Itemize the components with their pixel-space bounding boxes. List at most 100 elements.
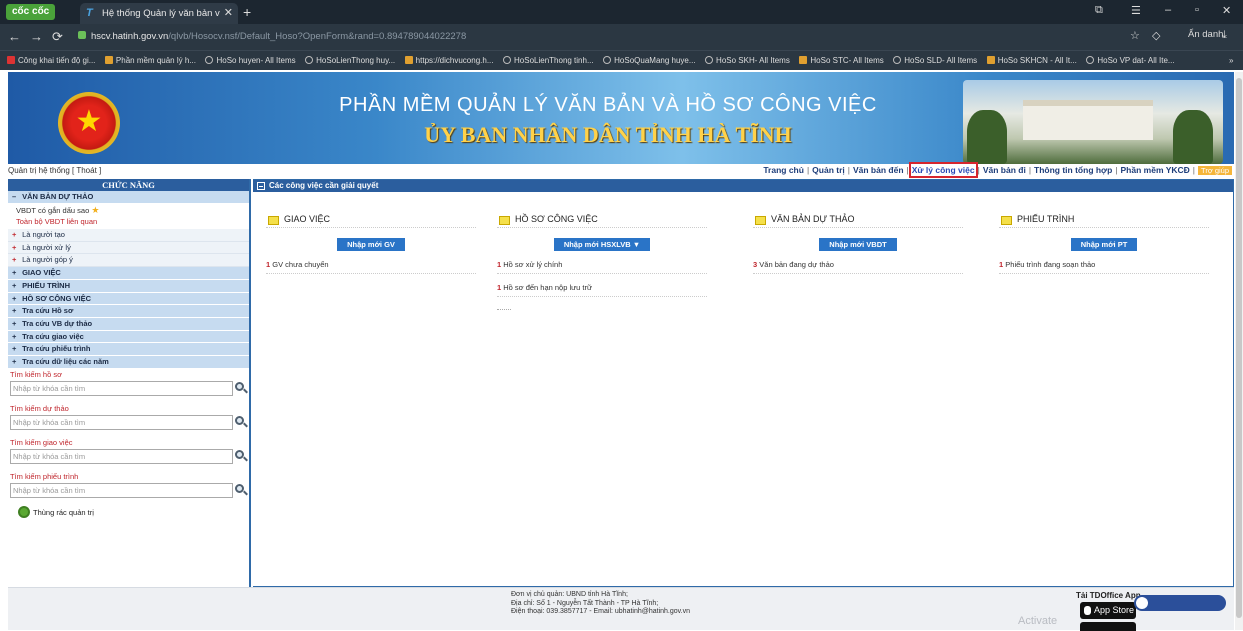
nav-incoming-docs[interactable]: Văn bản đến [853, 165, 904, 175]
bookmark-item[interactable]: HoSoLienThong tinh... [503, 51, 594, 70]
sidebar-item-handler[interactable]: + Là người xử lý [8, 241, 249, 255]
page-banner: ★ PHẦN MỀM QUẢN LÝ VĂN BẢN VÀ HỒ SƠ CÔNG… [8, 72, 1234, 164]
column-assign: GIAO VIỆC Nhập mới GV 1 GV chưa chuyển [266, 214, 476, 274]
nav-summary-info[interactable]: Thông tin tổng hợp [1034, 165, 1112, 175]
page-scrollbar[interactable] [1235, 72, 1243, 630]
star-icon: ★ [91, 204, 100, 215]
bookmark-item[interactable]: HoSo STC- All Items [799, 51, 884, 70]
search-files-label: Tìm kiếm hồ sơ [10, 369, 63, 379]
list-item[interactable]: 1 Hồ sơ đến hạn nộp lưu trữ [497, 283, 707, 297]
sidebar-group-work-files[interactable]: + HỒ SƠ CÔNG VIỆC [8, 292, 249, 306]
collapse-icon[interactable] [257, 182, 265, 190]
app-store-badge[interactable]: App Store [1080, 602, 1136, 619]
browser-tab[interactable]: T Hệ thống Quản lý văn bản v ✕ [80, 3, 238, 24]
search-icon[interactable] [234, 483, 248, 497]
search-icon[interactable] [234, 449, 248, 463]
url-field[interactable]: hscv.hatinh.gov.vn/qlvb/Hosocv.nsf/Defau… [78, 29, 466, 45]
nav-home[interactable]: Trang chủ [763, 165, 804, 175]
bookmark-item[interactable]: HoSoLienThong huy... [305, 51, 395, 70]
shield-icon[interactable]: ◇ [1152, 29, 1160, 42]
bookmark-item[interactable]: HoSo SKH- All Items [705, 51, 790, 70]
column-title: GIAO VIỆC [266, 214, 476, 228]
download-icon[interactable]: ⤓ [1222, 29, 1227, 42]
search-submissions-label: Tìm kiếm phiếu trình [10, 471, 79, 481]
screenshot-icon[interactable]: ⧉ [1095, 4, 1103, 17]
nav-outgoing-docs[interactable]: Văn bản đi [983, 165, 1026, 175]
main-menu: Trang chủ | Quản trị | Văn bản đến | Xử lý côn… [763, 162, 1232, 178]
sidebar-group-drafts[interactable]: – VĂN BẢN DỰ THẢO [8, 191, 249, 204]
nav-process-work[interactable]: Xử lý công việc [908, 162, 978, 178]
bookmark-item[interactable]: HoSo VP dat- All Ite... [1086, 51, 1175, 70]
column-title: VĂN BẢN DỰ THẢO [753, 214, 963, 228]
list-item[interactable]: 3 Văn bản đang dự thảo [753, 260, 963, 274]
main-panel-header: Các công việc cần giải quyết [253, 180, 1233, 192]
sidebar-group-lookup-assign[interactable]: + Tra cứu giao việc [8, 330, 249, 344]
bookmark-item[interactable]: https://dichvucong.h... [404, 51, 494, 70]
nav-ykcd[interactable]: Phần mềm YKCĐ [1121, 165, 1190, 175]
sidebar-item-all-drafts[interactable]: Toàn bộ VBDT liên quan [8, 216, 249, 230]
sidebar-group-lookup-submissions[interactable]: + Tra cứu phiếu trình [8, 343, 249, 356]
incognito-label[interactable]: Ẩn danh [1188, 29, 1223, 40]
sidebar-group-submissions[interactable]: + PHIẾU TRÌNH [8, 279, 249, 293]
admin-logout-link[interactable]: Quản trị hệ thống [ Thoát ] [8, 166, 101, 175]
browser-logo[interactable]: cốc cốc [6, 4, 56, 20]
sidebar-item-creator[interactable]: + Là người tạo [8, 229, 249, 242]
recycle-bin-icon [18, 505, 30, 518]
new-work-file-button[interactable]: Nhập mới HSXLVB ▼ [553, 238, 651, 251]
help-button[interactable]: Trợ giúp [1198, 166, 1232, 175]
star-bookmark-icon[interactable]: ☆ [1130, 29, 1140, 42]
top-navigation: Quản trị hệ thống [ Thoát ] Trang chủ | Qu… [8, 162, 1234, 178]
search-icon[interactable] [234, 415, 248, 429]
list-item[interactable]: 1 GV chưa chuyển [266, 260, 476, 274]
new-draft-button[interactable]: Nhập mới VBDT [819, 238, 897, 251]
bookmarks-bar: Công khai tiến độ gi... Phần mềm quản lý… [0, 50, 1243, 70]
bookmark-item[interactable]: HoSo SLD- All Items [893, 51, 977, 70]
search-assign-input[interactable] [10, 448, 233, 464]
sidebar-group-lookup-files[interactable]: + Tra cứu Hồ sơ [8, 305, 249, 318]
sidebar-group-lookup-drafts[interactable]: + Tra cứu VB dự thảo [8, 317, 249, 331]
column-title: HỒ SƠ CÔNG VIỆC [497, 214, 707, 228]
lock-icon [78, 31, 86, 39]
new-assign-button[interactable]: Nhập mới GV [337, 238, 405, 251]
column-work-files: HỒ SƠ CÔNG VIỆC Nhập mới HSXLVB ▼ 1 Hồ s… [497, 214, 707, 310]
back-icon[interactable]: ← [8, 29, 21, 45]
vendor-logo [1134, 595, 1226, 611]
list-item[interactable]: 1 Hồ sơ xử lý chính [497, 260, 707, 274]
plus-icon: + [12, 255, 17, 265]
minimize-button[interactable]: – [1165, 4, 1171, 16]
tab-close-icon[interactable]: ✕ [224, 3, 233, 24]
nav-admin[interactable]: Quản trị [812, 165, 845, 175]
search-drafts-label: Tìm kiếm dự thảo [10, 403, 69, 413]
new-submission-button[interactable]: Nhập mới PT [1070, 238, 1138, 251]
admin-trash-link[interactable]: Thùng rác quản trị [8, 505, 249, 521]
close-window-button[interactable]: ✕ [1222, 4, 1231, 17]
search-submissions-input[interactable] [10, 482, 233, 498]
search-drafts-input[interactable] [10, 414, 233, 430]
main-panel: Các công việc cần giải quyết GIAO VIỆC N… [253, 179, 1234, 587]
forward-icon[interactable]: → [30, 29, 43, 45]
bookmark-item[interactable]: Phần mềm quản lý h... [104, 51, 196, 70]
sidebar-group-lookup-years[interactable]: + Tra cứu dữ liệu các năm [8, 355, 249, 369]
list-item[interactable]: 1 Phiếu trình đang soạn thảo [999, 260, 1209, 274]
search-icon[interactable] [234, 381, 248, 395]
sidebar-item-contributor[interactable]: + Là người góp ý [8, 254, 249, 268]
search-files-input[interactable] [10, 380, 233, 396]
plus-icon: + [12, 230, 17, 240]
reload-icon[interactable]: ⟳ [52, 29, 63, 45]
bookmark-item[interactable]: HoSoQuaMang huye... [603, 51, 696, 70]
url-path: /qlvb/Hosocv.nsf/Default_Hoso?OpenForm&r… [168, 31, 467, 42]
url-host: hscv.hatinh.gov.vn [91, 31, 169, 42]
new-tab-button[interactable]: + [243, 3, 251, 21]
building-photo [963, 80, 1223, 164]
bookmark-item[interactable]: HoSo huyen- All Items [205, 51, 296, 70]
plus-icon: + [12, 242, 17, 252]
bookmark-item[interactable]: Công khai tiến độ gi... [7, 51, 95, 70]
banner-subtitle: ỦY BAN NHÂN DÂN TỈNH HÀ TĨNH [424, 122, 792, 147]
sidebar-item-starred-drafts[interactable]: VBDT có gắn dấu sao ★ [8, 203, 249, 217]
bookmark-item[interactable]: HoSo SKHCN - All It... [986, 51, 1077, 70]
maximize-button[interactable]: ▫ [1195, 4, 1199, 16]
banner-title: PHẦN MỀM QUẢN LÝ VĂN BẢN VÀ HỒ SƠ CÔNG V… [339, 94, 877, 116]
sidebar-group-assign[interactable]: + GIAO VIỆC [8, 267, 249, 280]
bookmarks-more-icon[interactable]: » [1229, 51, 1233, 70]
menu-icon[interactable]: ☰ [1131, 4, 1141, 17]
